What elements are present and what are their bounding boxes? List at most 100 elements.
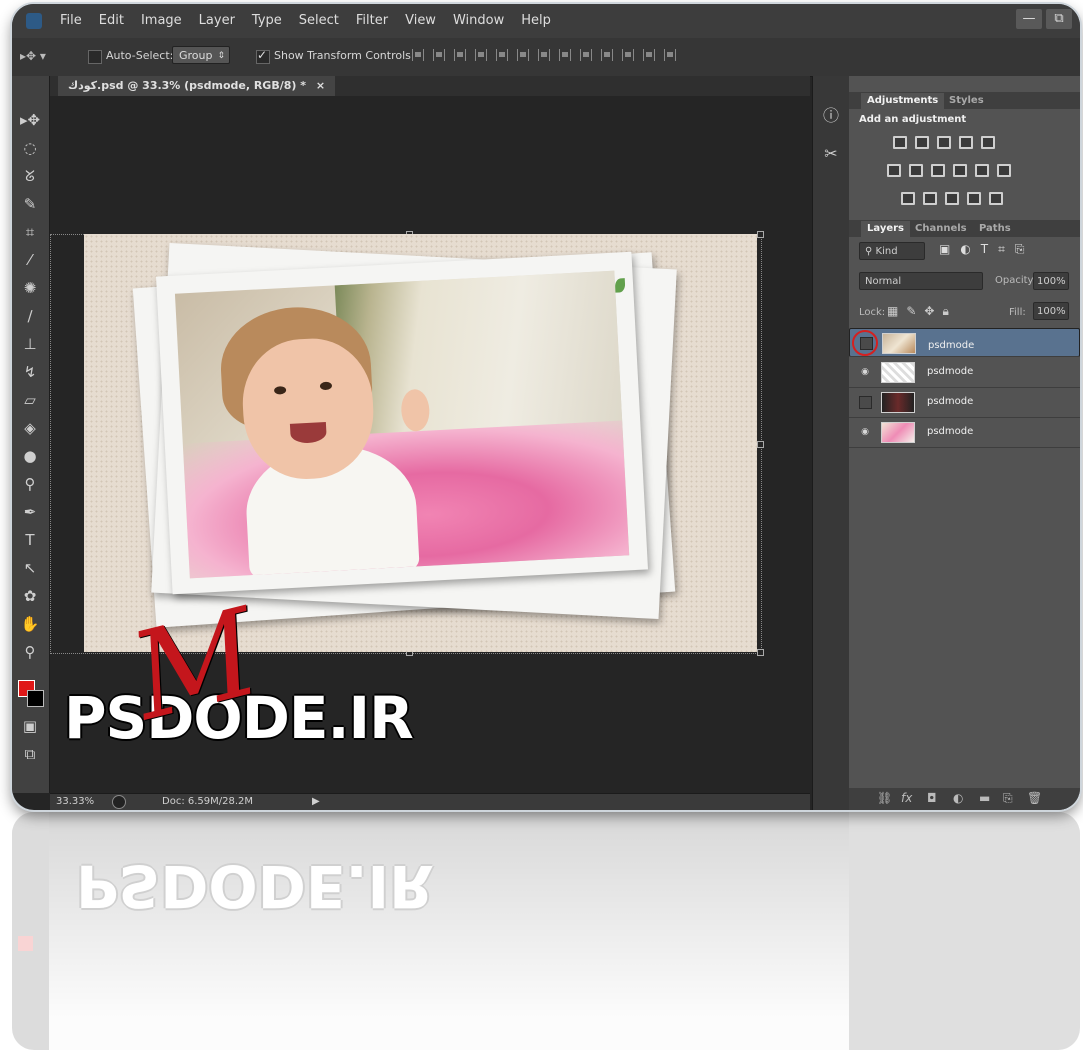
levels-icon[interactable] (915, 136, 929, 149)
tools-presets-panel-icon[interactable]: ✂ (819, 142, 843, 166)
menu-view[interactable]: View (405, 13, 436, 28)
menu-layer[interactable]: Layer (199, 13, 235, 28)
layer-row[interactable]: ◉ psdmode (849, 418, 1080, 448)
quick-mask-icon[interactable]: ▣ (18, 716, 42, 736)
layer-row[interactable]: psdmode (849, 328, 1080, 357)
trash-icon[interactable]: 🗑︎ (1027, 791, 1042, 805)
add-mask-icon[interactable]: ◘ (927, 791, 937, 805)
tab-adjustments[interactable]: Adjustments (861, 93, 945, 109)
new-layer-icon[interactable]: ⎘ (1003, 791, 1013, 806)
move-tool-icon[interactable]: ▸✥ (18, 110, 42, 130)
history-brush-tool-icon[interactable]: ↯ (18, 362, 42, 382)
gradient-map-icon[interactable] (989, 192, 1003, 205)
menu-type[interactable]: Type (252, 13, 282, 28)
distribute-vcenter-icon[interactable] (559, 49, 571, 61)
show-transform-checkbox[interactable]: ✓ (256, 48, 270, 64)
fx-icon[interactable]: fx (901, 791, 912, 805)
menu-image[interactable]: Image (141, 13, 182, 28)
status-info-icon[interactable] (112, 795, 126, 809)
tab-layers[interactable]: Layers (861, 221, 910, 237)
eraser-tool-icon[interactable]: ▱ (18, 390, 42, 410)
distribute-bottom-icon[interactable] (580, 49, 592, 61)
dodge-tool-icon[interactable]: ⚲ (18, 474, 42, 494)
new-group-icon[interactable]: ▬ (979, 791, 990, 805)
align-hcenter-icon[interactable] (496, 49, 508, 61)
distribute-left-icon[interactable] (601, 49, 613, 61)
info-panel-icon[interactable]: ⓘ (819, 104, 843, 128)
auto-align-icon[interactable] (664, 49, 676, 61)
hue-saturation-icon[interactable] (887, 164, 901, 177)
blend-mode-dropdown[interactable]: Normal (859, 272, 983, 290)
link-layers-icon[interactable]: ⛓ (877, 791, 892, 805)
status-menu-arrow[interactable]: ▶ (312, 796, 320, 807)
tab-styles[interactable]: Styles (943, 93, 990, 109)
hand-tool-icon[interactable]: ✋ (18, 614, 42, 634)
selective-color-icon[interactable] (967, 192, 981, 205)
menu-file[interactable]: File (60, 13, 82, 28)
document-tab[interactable]: كودك.psd @ 33.3% (psdmode, RGB/8) * × (58, 76, 336, 96)
eye-icon[interactable]: ◉ (859, 427, 871, 437)
visibility-toggle-empty[interactable] (859, 396, 872, 409)
layer-filter-kind[interactable]: ⚲ Kind (859, 242, 925, 260)
shape-tool-icon[interactable]: ✿ (18, 586, 42, 606)
align-bottom-icon[interactable] (454, 49, 466, 61)
posterize-icon[interactable] (923, 192, 937, 205)
align-right-icon[interactable] (517, 49, 529, 61)
color-lookup-icon[interactable] (997, 164, 1011, 177)
menu-edit[interactable]: Edit (99, 13, 124, 28)
align-top-icon[interactable] (412, 49, 424, 61)
menu-filter[interactable]: Filter (356, 13, 388, 28)
curves-icon[interactable] (937, 136, 951, 149)
menu-window[interactable]: Window (453, 13, 504, 28)
background-color-swatch[interactable] (27, 690, 44, 707)
distribute-hcenter-icon[interactable] (622, 49, 634, 61)
type-tool-icon[interactable]: T (18, 530, 42, 550)
exposure-icon[interactable] (959, 136, 973, 149)
close-tab-icon[interactable]: × (316, 79, 325, 92)
menu-select[interactable]: Select (299, 13, 339, 28)
zoom-level[interactable]: 33.33% (56, 796, 94, 807)
black-white-icon[interactable] (931, 164, 945, 177)
auto-select-checkbox[interactable] (88, 50, 102, 64)
opacity-input[interactable]: 100% (1033, 272, 1069, 290)
threshold-icon[interactable] (945, 192, 959, 205)
paint-bucket-tool-icon[interactable]: ◈ (18, 418, 42, 438)
color-balance-icon[interactable] (909, 164, 923, 177)
minimize-button[interactable]: — (1016, 9, 1042, 29)
healing-brush-tool-icon[interactable]: ✺ (18, 278, 42, 298)
vibrance-icon[interactable] (981, 136, 995, 149)
lasso-tool-icon[interactable]: ᘜ (18, 166, 42, 186)
menu-help[interactable]: Help (521, 13, 551, 28)
new-adjustment-icon[interactable]: ◐ (953, 791, 963, 805)
pen-tool-icon[interactable]: ✒ (18, 502, 42, 522)
layer-row[interactable]: ◉ psdmode (849, 358, 1080, 388)
stamp-tool-icon[interactable]: ⊥ (18, 334, 42, 354)
path-selection-tool-icon[interactable]: ↖ (18, 558, 42, 578)
crop-tool-icon[interactable]: ⌗ (18, 222, 42, 242)
tab-paths[interactable]: Paths (973, 221, 1017, 237)
align-left-icon[interactable] (475, 49, 487, 61)
distribute-right-icon[interactable] (643, 49, 655, 61)
tab-channels[interactable]: Channels (909, 221, 973, 237)
layer-row[interactable]: psdmode (849, 388, 1080, 418)
channel-mixer-icon[interactable] (975, 164, 989, 177)
eyedropper-tool-icon[interactable]: ⁄ (18, 250, 42, 270)
screen-mode-icon[interactable]: ⧉ (18, 744, 42, 764)
document-canvas[interactable] (84, 234, 757, 652)
align-vcenter-icon[interactable] (433, 49, 445, 61)
brightness-contrast-icon[interactable] (893, 136, 907, 149)
blur-tool-icon[interactable]: ● (18, 446, 42, 466)
transform-handle-right[interactable] (757, 441, 764, 448)
move-tool-preset-icon[interactable]: ▸✥ ▾ (20, 49, 46, 63)
quick-select-tool-icon[interactable]: ✎ (18, 194, 42, 214)
eye-icon[interactable]: ◉ (859, 367, 871, 377)
distribute-top-icon[interactable] (538, 49, 550, 61)
marquee-tool-icon[interactable]: ◌ (18, 138, 42, 158)
zoom-tool-icon[interactable]: ⚲ (18, 642, 42, 662)
auto-select-target-dropdown[interactable]: Group ⇕ (172, 46, 230, 64)
transform-handle-top-right[interactable] (757, 231, 764, 238)
brush-tool-icon[interactable]: ∕ (18, 306, 42, 326)
transform-handle-bottom-right[interactable] (757, 649, 764, 656)
invert-icon[interactable] (901, 192, 915, 205)
photo-filter-icon[interactable] (953, 164, 967, 177)
